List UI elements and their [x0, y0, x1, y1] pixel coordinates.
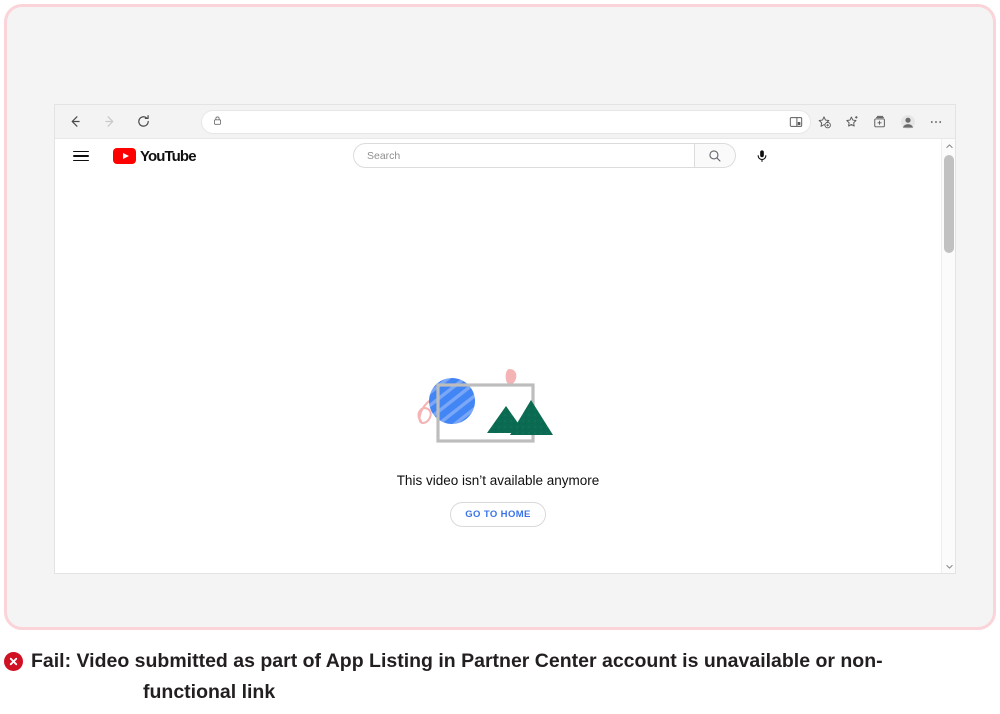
collections-icon[interactable]	[867, 109, 893, 135]
youtube-logo[interactable]: YouTube	[113, 148, 196, 165]
go-to-home-button[interactable]: GO TO HOME	[450, 502, 546, 527]
error-x-icon	[4, 652, 23, 671]
reload-icon[interactable]	[129, 108, 157, 136]
scroll-down-arrow-icon[interactable]	[942, 559, 956, 573]
broken-video-illustration	[413, 353, 583, 463]
search-button[interactable]	[695, 143, 736, 168]
caption: Fail: Video submitted as part of App Lis…	[0, 646, 1000, 708]
scrollbar-thumb[interactable]	[944, 155, 954, 253]
video-unavailable-title: This video isn’t available anymore	[397, 473, 600, 488]
split-screen-icon[interactable]	[783, 109, 809, 135]
search-icon	[708, 149, 722, 163]
video-unavailable-block: This video isn’t available anymore GO TO…	[55, 353, 941, 527]
youtube-search: Search	[353, 143, 773, 168]
favorites-icon[interactable]	[839, 109, 865, 135]
browser-toolbar	[55, 105, 955, 139]
caption-text: Fail: Video submitted as part of App Lis…	[31, 646, 883, 708]
forward-arrow-icon	[95, 108, 123, 136]
hamburger-menu-icon[interactable]	[73, 146, 93, 166]
microphone-icon[interactable]	[751, 145, 773, 167]
favorites-add-icon[interactable]	[811, 109, 837, 135]
settings-more-icon[interactable]	[923, 109, 949, 135]
youtube-header: YouTube Search	[55, 139, 941, 173]
youtube-logo-text: YouTube	[140, 148, 196, 165]
scroll-up-arrow-icon[interactable]	[942, 139, 956, 153]
youtube-play-icon	[113, 148, 136, 164]
search-placeholder: Search	[367, 150, 400, 162]
browser-toolbar-actions	[783, 108, 949, 136]
caption-line-2: functional link	[31, 677, 883, 708]
profile-avatar-icon[interactable]	[895, 109, 921, 135]
caption-line-1: Fail: Video submitted as part of App Lis…	[31, 650, 883, 672]
browser-window: YouTube Search	[55, 105, 955, 573]
slide-panel: YouTube Search	[4, 4, 996, 630]
youtube-page-content: This video isn’t available anymore GO TO…	[55, 173, 941, 573]
back-arrow-icon[interactable]	[61, 108, 89, 136]
address-bar[interactable]	[201, 110, 811, 134]
search-input[interactable]: Search	[353, 143, 695, 168]
lock-icon	[212, 113, 223, 131]
vertical-scrollbar[interactable]	[941, 139, 955, 573]
